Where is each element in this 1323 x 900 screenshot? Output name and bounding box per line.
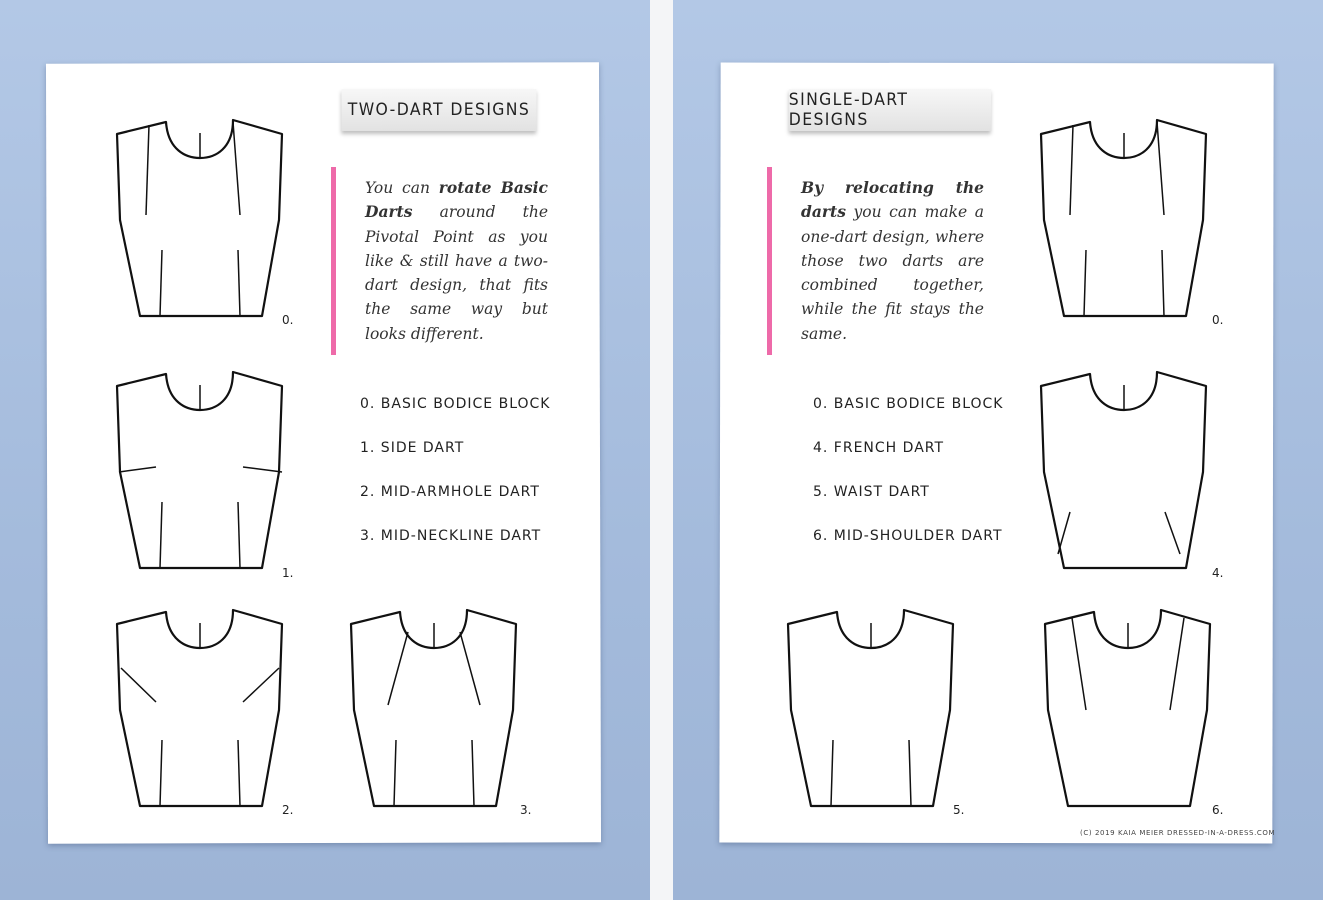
legend-item: 1. SIDE DART bbox=[360, 440, 465, 456]
figure-number: 0. bbox=[1212, 313, 1224, 327]
copyright-footer: (C) 2019 KAIA MEIER DRESSED-IN-A-DRESS.C… bbox=[1080, 829, 1276, 837]
paragraph-segment: around the Pivotal Point as you like & s… bbox=[365, 203, 548, 343]
figure-number: 5. bbox=[953, 803, 965, 817]
bodice-figure-basic bbox=[115, 118, 284, 318]
bodice-figure-waist bbox=[786, 608, 955, 808]
paragraph-segment: You can bbox=[365, 179, 439, 197]
bodice-figure-mid-neckline bbox=[349, 608, 518, 808]
heading-two-dart: TWO-DART DESIGNS bbox=[341, 89, 537, 131]
legend-item: 3. MID-NECKLINE DART bbox=[360, 528, 542, 544]
figure-number: 1. bbox=[282, 566, 294, 580]
legend-item: 0. BASIC BODICE BLOCK bbox=[813, 396, 1004, 412]
figure-number: 4. bbox=[1212, 566, 1224, 580]
divider bbox=[650, 0, 673, 900]
legend-item: 2. MID-ARMHOLE DART bbox=[360, 484, 540, 500]
figure-number: 2. bbox=[282, 803, 294, 817]
legend-list-left: 0. BASIC BODICE BLOCK 1. SIDE DART 2. MI… bbox=[360, 396, 550, 572]
paragraph-segment: you can make a one-dart design, where th… bbox=[801, 203, 984, 343]
bodice-figure-mid-armhole bbox=[115, 608, 284, 808]
intro-paragraph-right: By relocating the darts you can make a o… bbox=[801, 176, 984, 346]
bodice-figure-french bbox=[1039, 370, 1208, 570]
legend-list-right: 0. BASIC BODICE BLOCK 4. FRENCH DART 5. … bbox=[813, 396, 1003, 572]
bodice-figure-side bbox=[115, 370, 284, 570]
legend-item: 6. MID-SHOULDER DART bbox=[813, 528, 1003, 544]
figure-number: 0. bbox=[282, 313, 294, 327]
legend-item: 0. BASIC BODICE BLOCK bbox=[360, 396, 551, 412]
bodice-figure-mid-shoulder bbox=[1043, 608, 1212, 808]
legend-item: 4. FRENCH DART bbox=[813, 440, 945, 456]
figure-number: 3. bbox=[520, 803, 532, 817]
bodice-figure-basic bbox=[1039, 118, 1208, 318]
accent-bar-left bbox=[331, 167, 336, 355]
intro-paragraph-left: You can rotate Basic Darts around the Pi… bbox=[365, 176, 548, 346]
figure-number: 6. bbox=[1212, 803, 1224, 817]
accent-bar-right bbox=[767, 167, 772, 355]
legend-item: 5. WAIST DART bbox=[813, 484, 930, 500]
heading-single-dart: SINGLE-DART DESIGNS bbox=[788, 89, 992, 131]
